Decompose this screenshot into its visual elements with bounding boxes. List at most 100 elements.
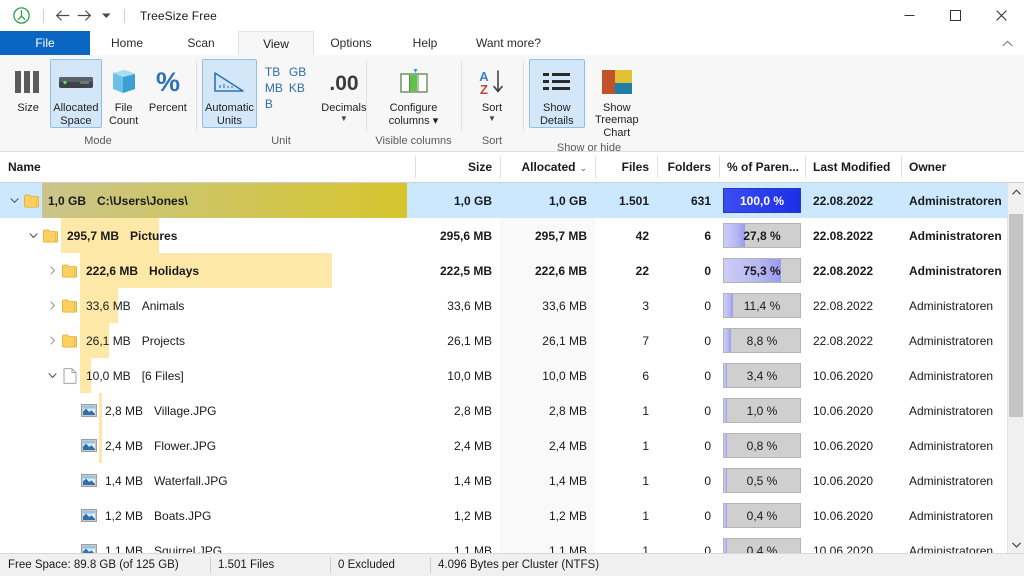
row-name-label: Projects <box>142 334 185 348</box>
unit-buttons-grid: TB GB MB KB B <box>257 59 314 112</box>
tab-file[interactable]: File <box>0 31 90 55</box>
row-size-label: 1,0 GB <box>48 194 86 208</box>
cell-files: 3 <box>595 288 657 323</box>
column-header-files[interactable]: Files <box>595 152 657 182</box>
unit-b-button[interactable]: B <box>265 97 283 112</box>
minimize-icon[interactable] <box>886 0 932 31</box>
column-header-allocated[interactable]: Allocated⌄ <box>500 152 595 182</box>
scroll-up-button[interactable] <box>1008 183 1024 200</box>
sort-button[interactable]: A Z Sort ▼ <box>467 59 517 127</box>
percent-bar-fill <box>724 224 745 247</box>
name-bar-area: 10,0 MB[6 Files] <box>80 358 407 393</box>
chevron-down-icon[interactable]: ▼ <box>488 115 496 123</box>
decimals-icon: .00 <box>321 63 366 101</box>
tab-help[interactable]: Help <box>388 31 462 55</box>
treemap-icon <box>588 63 646 101</box>
allocated-space-button[interactable]: Allocated Space <box>50 59 101 128</box>
tab-scan[interactable]: Scan <box>164 31 238 55</box>
cell-folders: 631 <box>657 183 719 218</box>
chevron-right-icon[interactable] <box>44 323 60 358</box>
tab-home[interactable]: Home <box>90 31 164 55</box>
percent-label: 11,4 % <box>744 299 780 313</box>
table-row[interactable]: 26,1 MBProjects26,1 MB26,1 MB708,8 %22.0… <box>0 323 1007 358</box>
unit-mb-button[interactable]: MB <box>265 81 283 96</box>
show-treemap-chart-button[interactable]: Show Treemap Chart <box>585 59 649 140</box>
cell-allocated: 1,2 MB <box>500 498 595 533</box>
tab-want-more[interactable]: Want more? <box>462 31 555 55</box>
close-icon[interactable] <box>978 0 1024 31</box>
cell-last-modified: 22.08.2022 <box>805 323 901 358</box>
details-list-icon <box>532 63 582 101</box>
scrollbar-thumb[interactable] <box>1009 214 1023 417</box>
chevron-down-icon[interactable] <box>95 5 117 27</box>
chevron-down-icon[interactable] <box>44 358 60 393</box>
chevron-right-icon[interactable] <box>44 288 60 323</box>
folder-icon <box>60 323 80 358</box>
table-row[interactable]: 295,7 MBPictures295,6 MB295,7 MB42627,8 … <box>0 218 1007 253</box>
cell-percent: 0,5 % <box>719 463 805 498</box>
row-size-label: 1,2 MB <box>105 509 143 523</box>
forward-arrow-icon[interactable] <box>73 5 95 27</box>
file-count-button[interactable]: File Count <box>102 59 146 128</box>
chevron-down-icon[interactable] <box>25 218 41 253</box>
percent-button-label: Percent <box>149 102 187 114</box>
percent-bar: 100,0 % <box>723 188 801 213</box>
chevron-up-icon[interactable] <box>998 34 1016 52</box>
size-button[interactable]: Size <box>6 59 50 127</box>
row-size-label: 26,1 MB <box>86 334 131 348</box>
table-row[interactable]: 2,4 MBFlower.JPG2,4 MB2,4 MB100,8 %10.06… <box>0 428 1007 463</box>
chevron-down-icon[interactable]: ▼ <box>340 115 348 123</box>
back-arrow-icon[interactable] <box>51 5 73 27</box>
unit-kb-button[interactable]: KB <box>289 81 306 96</box>
table-row[interactable]: 1,0 GBC:\Users\Jones\1,0 GB1,0 GB1.50163… <box>0 183 1007 218</box>
vertical-scrollbar[interactable] <box>1007 183 1024 553</box>
table-row[interactable]: 10,0 MB[6 Files]10,0 MB10,0 MB603,4 %10.… <box>0 358 1007 393</box>
twisty-spacer <box>63 393 79 428</box>
cell-percent: 3,4 % <box>719 358 805 393</box>
chevron-down-icon[interactable] <box>6 183 22 218</box>
cell-allocated: 1,1 MB <box>500 533 595 553</box>
show-details-button[interactable]: Show Details <box>529 59 585 128</box>
unit-tb-button[interactable]: TB <box>265 65 283 80</box>
table-row[interactable]: 1,4 MBWaterfall.JPG1,4 MB1,4 MB100,5 %10… <box>0 463 1007 498</box>
unit-gb-button[interactable]: GB <box>289 65 306 80</box>
tab-view[interactable]: View <box>238 31 314 55</box>
cell-percent: 0,8 % <box>719 428 805 463</box>
cell-last-modified: 10.06.2020 <box>805 463 901 498</box>
column-header-allocated-label: Allocated <box>521 160 575 174</box>
configure-columns-button[interactable]: Configure columns ▾ <box>378 59 450 128</box>
tab-options[interactable]: Options <box>314 31 388 55</box>
column-header-folders[interactable]: Folders <box>657 152 719 182</box>
table-row[interactable]: 33,6 MBAnimals33,6 MB33,6 MB3011,4 %22.0… <box>0 288 1007 323</box>
chevron-right-icon[interactable] <box>44 253 60 288</box>
column-header-modified[interactable]: Last Modified <box>805 152 901 182</box>
column-header-owner[interactable]: Owner <box>901 152 1007 182</box>
cell-name: 10,0 MB[6 Files] <box>0 358 415 393</box>
percent-button[interactable]: % Percent <box>146 59 190 127</box>
table-row[interactable]: 1,1 MBSquirrel.JPG1,1 MB1,1 MB100,4 %10.… <box>0 533 1007 553</box>
file-stack-icon <box>105 63 143 101</box>
cell-name: 1,4 MBWaterfall.JPG <box>0 463 415 498</box>
decimals-button[interactable]: .00 Decimals ▼ <box>318 59 369 127</box>
hard-drive-icon <box>53 63 98 101</box>
column-header-name[interactable]: Name <box>0 152 415 182</box>
ribbon-group-sort-label: Sort <box>461 133 523 151</box>
cell-allocated: 1,4 MB <box>500 463 595 498</box>
table-row[interactable]: 1,2 MBBoats.JPG1,2 MB1,2 MB100,4 %10.06.… <box>0 498 1007 533</box>
table-row[interactable]: 2,8 MBVillage.JPG2,8 MB2,8 MB101,0 %10.0… <box>0 393 1007 428</box>
file-count-button-label-2: Count <box>109 115 138 127</box>
cell-allocated: 10,0 MB <box>500 358 595 393</box>
percent-label: 8,8 % <box>747 334 778 348</box>
show-details-label-2: Details <box>540 115 574 127</box>
automatic-units-button[interactable]: Automatic Units <box>202 59 257 128</box>
column-header-size[interactable]: Size <box>415 152 500 182</box>
column-header-percent[interactable]: % of Paren... <box>719 152 805 182</box>
table-row[interactable]: 222,6 MBHolidays222,5 MB222,6 MB22075,3 … <box>0 253 1007 288</box>
percent-bar-fill <box>724 329 731 352</box>
maximize-icon[interactable] <box>932 0 978 31</box>
cell-allocated: 33,6 MB <box>500 288 595 323</box>
cell-last-modified: 22.08.2022 <box>805 288 901 323</box>
scroll-down-button[interactable] <box>1008 536 1024 553</box>
percent-bar-fill <box>724 434 727 457</box>
percent-bar: 75,3 % <box>723 258 801 283</box>
